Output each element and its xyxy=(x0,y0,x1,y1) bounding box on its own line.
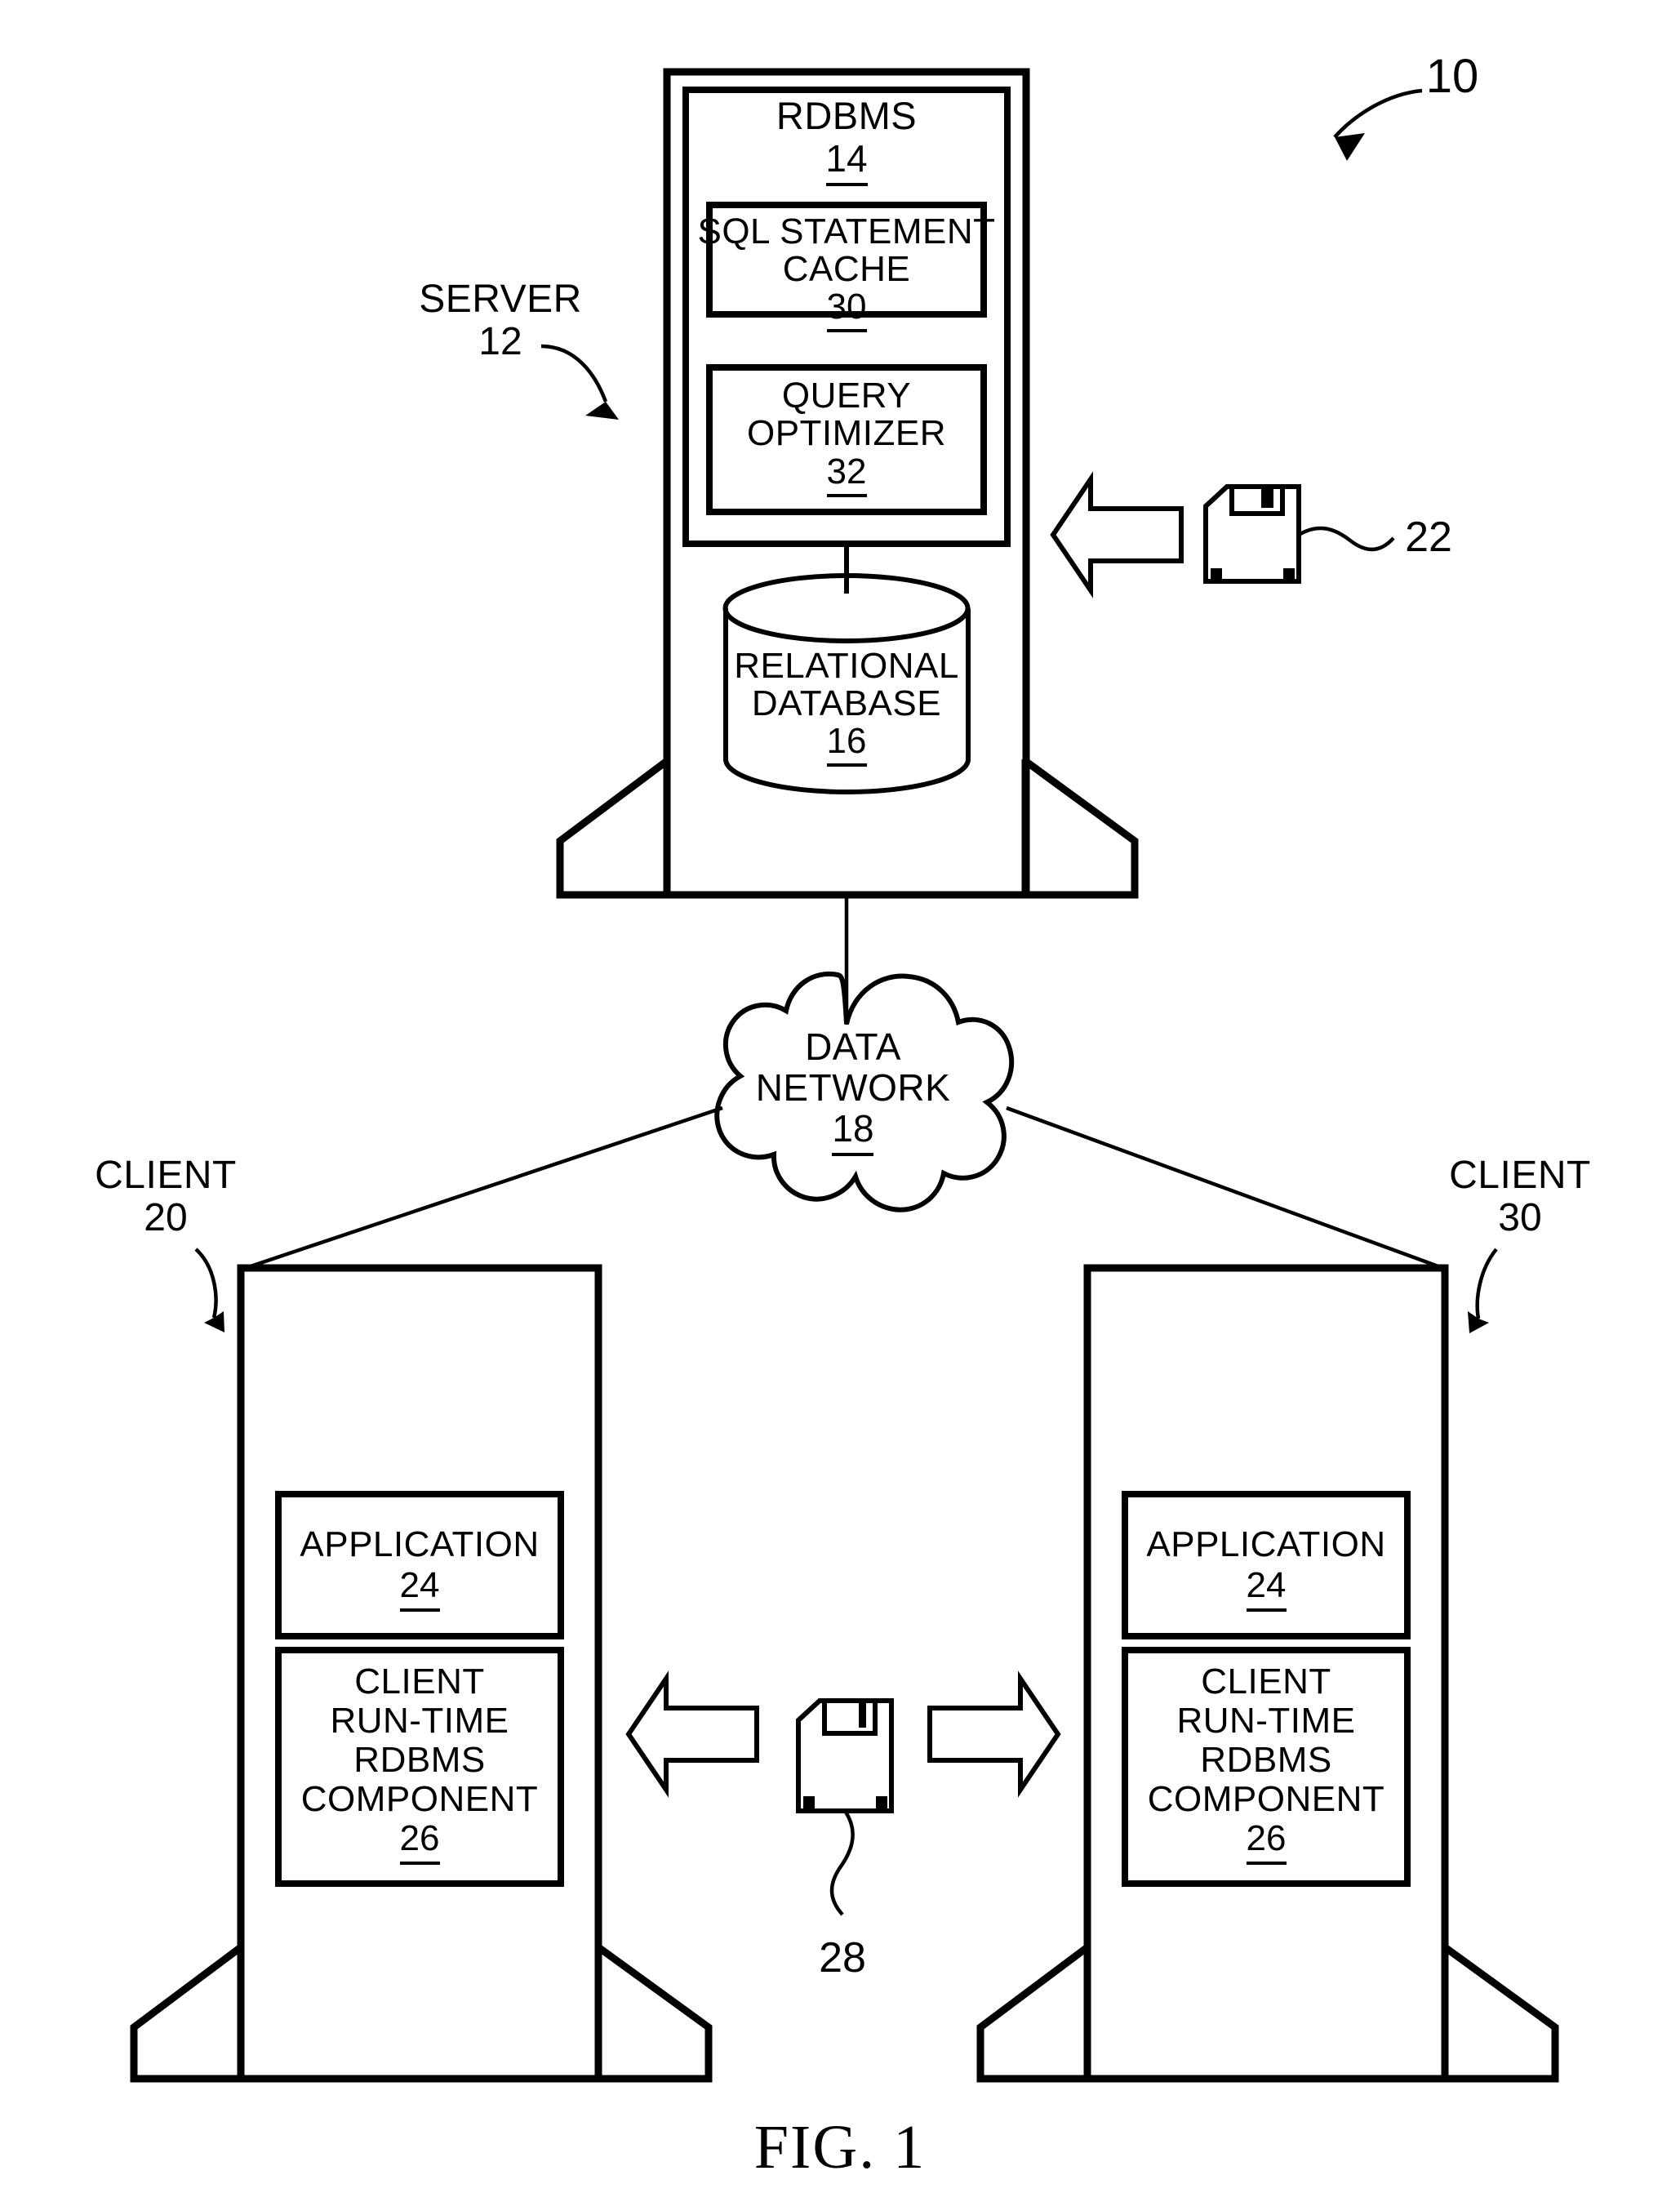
svg-text:16: 16 xyxy=(827,721,867,761)
rdbms-label: RDBMS xyxy=(776,94,917,137)
query-optimizer-ref: 32 xyxy=(827,452,867,497)
client-right-label: CLIENT xyxy=(1449,1154,1591,1197)
client-left-application-ref: 24 xyxy=(400,1565,440,1612)
floppy-disk-icon-28 xyxy=(796,1698,894,1813)
svg-text:30: 30 xyxy=(827,287,867,327)
media-ref-28: 28 xyxy=(819,1934,866,1982)
svg-text:24: 24 xyxy=(400,1565,440,1605)
figure-caption: FIG. 1 xyxy=(754,2113,926,2182)
client-right-leader-arrow xyxy=(1468,1248,1498,1333)
server-label: SERVER xyxy=(419,278,582,321)
client-left-ref-number: 20 xyxy=(144,1196,187,1239)
client-left-label: CLIENT xyxy=(95,1154,237,1197)
svg-text:18: 18 xyxy=(832,1107,873,1150)
relational-database-ref: 16 xyxy=(827,721,867,767)
media-ref-22: 22 xyxy=(1405,514,1452,561)
svg-text:26: 26 xyxy=(1247,1818,1287,1858)
relational-database-label-line2: DATABASE xyxy=(752,683,941,723)
server-ref-number: 12 xyxy=(478,320,522,363)
server-leader-arrow xyxy=(540,344,619,420)
query-optimizer-label-line2: OPTIMIZER xyxy=(747,413,946,453)
network-ref: 18 xyxy=(832,1107,874,1156)
server-media-arrow-left xyxy=(1050,471,1184,598)
client-media-arrow-left xyxy=(625,1670,759,1798)
svg-text:14: 14 xyxy=(825,137,867,180)
media-28-leader xyxy=(829,1809,855,1916)
rdbms-ref: 14 xyxy=(825,137,868,186)
floppy-disk-icon-22 xyxy=(1203,484,1301,584)
client-right-runtime-line1: CLIENT xyxy=(1201,1662,1331,1702)
query-optimizer-label-line1: QUERY xyxy=(782,376,911,416)
network-label-line1: DATA xyxy=(805,1025,901,1068)
sql-cache-label-line2: CACHE xyxy=(783,249,911,289)
client-left-runtime-line1: CLIENT xyxy=(354,1662,484,1702)
network-label-line2: NETWORK xyxy=(756,1066,951,1109)
client-right-ref-number: 30 xyxy=(1498,1196,1541,1239)
svg-text:32: 32 xyxy=(827,452,867,492)
overall-ref-number: 10 xyxy=(1426,50,1479,103)
client-right-application-label: APPLICATION xyxy=(1146,1524,1385,1564)
client-left-application-label: APPLICATION xyxy=(300,1524,539,1564)
network-to-client-right-connector xyxy=(1006,1105,1446,1271)
media-22-leader xyxy=(1297,526,1395,552)
svg-text:24: 24 xyxy=(1247,1565,1287,1605)
tower-base-mask xyxy=(671,764,1022,891)
client-right-base-mask xyxy=(1091,1951,1441,2075)
client-right-runtime-line3: RDBMS xyxy=(1200,1740,1331,1780)
client-left-runtime-line2: RUN-TIME xyxy=(330,1701,509,1741)
patent-figure-page: 10 RDBMS 14 SQL STATEMENT CACHE 30 QUERY… xyxy=(0,0,1680,2202)
figure-canvas: 10 RDBMS 14 SQL STATEMENT CACHE 30 QUERY… xyxy=(95,50,1591,2182)
client-left-runtime-line3: RDBMS xyxy=(353,1740,485,1780)
client-right-runtime-line4: COMPONENT xyxy=(1148,1779,1385,1819)
sql-cache-ref: 30 xyxy=(827,287,867,332)
sql-cache-label-line1: SQL STATEMENT xyxy=(697,211,995,251)
relational-database-label-line1: RELATIONAL xyxy=(734,646,959,686)
client-right-runtime-line2: RUN-TIME xyxy=(1176,1701,1355,1741)
overall-ref-leader xyxy=(1333,88,1423,161)
client-right-runtime-ref: 26 xyxy=(1247,1818,1287,1865)
client-left-base-mask xyxy=(245,1951,594,2075)
client-left-runtime-line4: COMPONENT xyxy=(301,1779,539,1819)
svg-text:26: 26 xyxy=(400,1818,440,1858)
client-left-leader-arrow xyxy=(194,1248,224,1332)
client-left-runtime-ref: 26 xyxy=(400,1818,440,1865)
network-to-client-left-connector xyxy=(242,1105,723,1271)
client-right-application-ref: 24 xyxy=(1247,1565,1287,1612)
client-media-arrow-right xyxy=(927,1670,1061,1798)
